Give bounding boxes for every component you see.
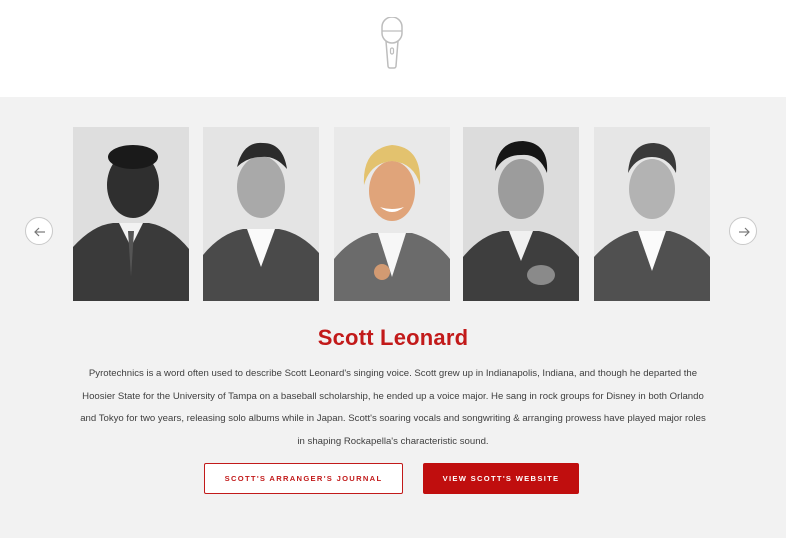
- member-photo-5[interactable]: [594, 127, 710, 301]
- member-portrait-image: [203, 127, 319, 301]
- member-portrait-image: [73, 127, 189, 301]
- arrangers-journal-button[interactable]: Scott's Arranger's Journal: [204, 463, 403, 494]
- member-section: Scott Leonard Pyrotechnics is a word oft…: [0, 97, 786, 538]
- header-area: [0, 0, 786, 97]
- microphone-icon: [381, 17, 403, 69]
- member-portrait-image: [463, 127, 579, 301]
- member-photo-4[interactable]: [463, 127, 579, 301]
- member-carousel: [0, 127, 786, 339]
- member-name: Scott Leonard: [317, 325, 469, 350]
- view-website-button[interactable]: View Scott's Website: [423, 463, 579, 494]
- arrow-left-icon: [34, 227, 45, 237]
- member-bio: Pyrotechnics is a word often used to des…: [80, 368, 706, 447]
- carousel-next-button[interactable]: [729, 217, 757, 245]
- member-photo-3[interactable]: [334, 127, 450, 301]
- carousel-prev-button[interactable]: [25, 217, 53, 245]
- member-portrait-image: [594, 127, 710, 301]
- member-portrait-image: [334, 127, 450, 301]
- member-photo-2[interactable]: [203, 127, 319, 301]
- member-photo-1[interactable]: [73, 127, 189, 301]
- arrow-right-icon: [739, 227, 750, 237]
